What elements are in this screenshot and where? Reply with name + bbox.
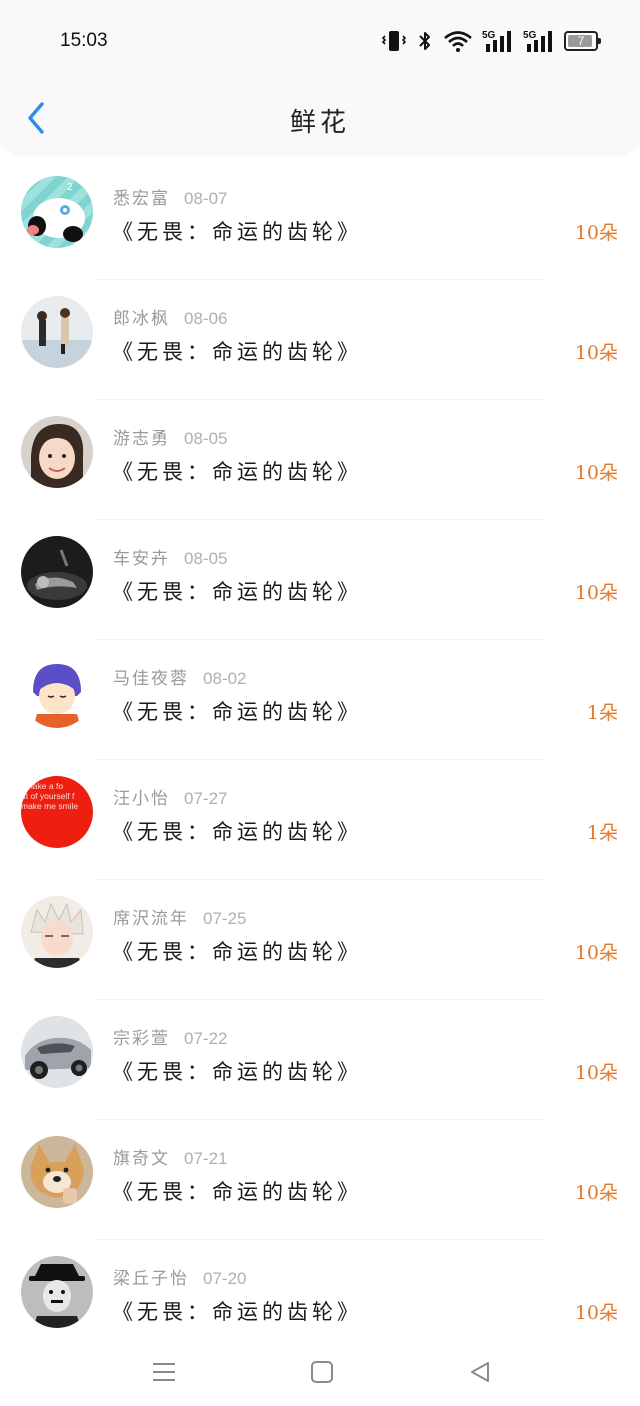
- list-item[interactable]: 宗彩萱 07-22 《无畏：命运的齿轮》 10朵: [0, 1000, 640, 1120]
- avatar[interactable]: [21, 1136, 93, 1208]
- list-item[interactable]: 席沢流年 07-25 《无畏：命运的齿轮》 10朵: [0, 880, 640, 1000]
- flower-list: 2 悉宏富 08-07 《无畏：命运的齿轮》 10朵 郎冰枫 08-06 《无畏：命…: [0, 160, 640, 1360]
- gift-date: 07-21: [184, 1149, 228, 1168]
- signal-5g-icon: 5G: [523, 30, 552, 52]
- avatar[interactable]: [21, 416, 93, 488]
- menu-icon: [153, 1363, 175, 1381]
- home-button[interactable]: [300, 1350, 344, 1394]
- battery-icon: 7: [564, 31, 601, 51]
- flower-count: 1朵: [586, 702, 618, 724]
- home-square-icon: [311, 1361, 333, 1383]
- menu-button[interactable]: [142, 1350, 186, 1394]
- avatar[interactable]: [21, 296, 93, 368]
- book-title: 《无畏：命运的齿轮》: [112, 580, 362, 604]
- book-title: 《无畏：命运的齿轮》: [112, 700, 362, 724]
- item-meta: 宗彩萱 07-22: [113, 1024, 227, 1049]
- system-nav-bar: [0, 1336, 640, 1406]
- avatar-text: make me smile: [21, 801, 78, 811]
- flower-count: 10朵: [574, 942, 618, 964]
- list-item[interactable]: 旗奇文 07-21 《无畏：命运的齿轮》 10朵: [0, 1120, 640, 1240]
- item-meta: 梁丘子怡 07-20: [113, 1264, 246, 1289]
- item-meta: 悉宏富 08-07: [113, 184, 227, 209]
- item-meta: 席沢流年 07-25: [113, 904, 246, 929]
- sender-name: 马佳夜蓉: [113, 669, 189, 689]
- sender-name: 席沢流年: [113, 909, 189, 929]
- sender-name: 车安卉: [113, 549, 170, 569]
- sender-name: 宗彩萱: [113, 1029, 170, 1049]
- avatar-text: ut of yourself f: [21, 791, 75, 801]
- sender-name: 游志勇: [113, 429, 170, 449]
- gift-date: 08-06: [184, 309, 228, 328]
- list-item[interactable]: 马佳夜蓉 08-02 《无畏：命运的齿轮》 1朵: [0, 640, 640, 760]
- flower-count: 10朵: [574, 1302, 618, 1324]
- list-item[interactable]: t make a fo ut of yourself f make me smi…: [0, 760, 640, 880]
- list-item[interactable]: 车安卉 08-05 《无畏：命运的齿轮》 10朵: [0, 520, 640, 640]
- flower-count: 1朵: [586, 822, 618, 844]
- flower-count: 10朵: [574, 1062, 618, 1084]
- status-time: 15:03: [60, 30, 108, 51]
- avatar[interactable]: 2: [21, 176, 93, 248]
- svg-text:5G: 5G: [523, 30, 537, 41]
- nav-bar: 鲜花: [0, 84, 640, 154]
- avatar-text: t make a fo: [21, 781, 63, 791]
- sender-name: 汪小怡: [113, 789, 170, 809]
- list-item[interactable]: 游志勇 08-05 《无畏：命运的齿轮》 10朵: [0, 400, 640, 520]
- status-icons: 5G 5G 7: [381, 28, 601, 54]
- status-bar: 15:03 5G 5G 7: [0, 0, 640, 84]
- book-title: 《无畏：命运的齿轮》: [112, 1180, 362, 1204]
- sender-name: 悉宏富: [113, 189, 170, 209]
- book-title: 《无畏：命运的齿轮》: [112, 1060, 362, 1084]
- sender-name: 郎冰枫: [113, 309, 170, 329]
- gift-date: 08-05: [184, 429, 228, 448]
- list-item[interactable]: 2 悉宏富 08-07 《无畏：命运的齿轮》 10朵: [0, 160, 640, 280]
- flower-count: 10朵: [574, 462, 618, 484]
- gift-date: 08-07: [184, 189, 228, 208]
- avatar[interactable]: t make a fo ut of yourself f make me smi…: [21, 776, 93, 848]
- gift-date: 08-02: [203, 669, 247, 688]
- flower-count: 10朵: [574, 222, 618, 244]
- gift-date: 07-27: [184, 789, 228, 808]
- avatar[interactable]: [21, 1016, 93, 1088]
- flower-count: 10朵: [574, 342, 618, 364]
- gift-date: 07-20: [203, 1269, 247, 1288]
- book-title: 《无畏：命运的齿轮》: [112, 460, 362, 484]
- vibrate-icon: [381, 31, 407, 51]
- page-title: 鲜花: [289, 108, 350, 138]
- sender-name: 旗奇文: [113, 1149, 170, 1169]
- book-title: 《无畏：命运的齿轮》: [112, 220, 362, 244]
- item-meta: 旗奇文 07-21: [113, 1144, 227, 1169]
- book-title: 《无畏：命运的齿轮》: [112, 1300, 362, 1324]
- gift-date: 08-05: [184, 549, 228, 568]
- item-meta: 车安卉 08-05: [113, 544, 227, 569]
- avatar[interactable]: [21, 896, 93, 968]
- gift-date: 07-25: [203, 909, 247, 928]
- book-title: 《无畏：命运的齿轮》: [112, 340, 362, 364]
- sender-name: 梁丘子怡: [113, 1269, 189, 1289]
- book-title: 《无畏：命运的齿轮》: [112, 820, 362, 844]
- flower-count: 10朵: [574, 582, 618, 604]
- item-meta: 马佳夜蓉 08-02: [113, 664, 246, 689]
- back-nav-button[interactable]: [458, 1350, 502, 1394]
- signal-5g-icon: 5G: [482, 30, 511, 52]
- item-meta: 郎冰枫 08-06: [113, 304, 227, 329]
- wifi-icon: [444, 31, 472, 52]
- avatar[interactable]: [21, 1256, 93, 1328]
- avatar[interactable]: [21, 656, 93, 728]
- battery-level: 7: [577, 34, 585, 48]
- bluetooth-icon: [419, 32, 430, 50]
- svg-text:2: 2: [67, 182, 73, 193]
- flower-count: 10朵: [574, 1182, 618, 1204]
- avatar[interactable]: [21, 536, 93, 608]
- gift-date: 07-22: [184, 1029, 228, 1048]
- list-item[interactable]: 郎冰枫 08-06 《无畏：命运的齿轮》 10朵: [0, 280, 640, 400]
- svg-text:5G: 5G: [482, 30, 496, 41]
- item-meta: 汪小怡 07-27: [113, 784, 227, 809]
- book-title: 《无畏：命运的齿轮》: [112, 940, 362, 964]
- back-triangle-icon: [471, 1362, 489, 1382]
- item-meta: 游志勇 08-05: [113, 424, 227, 449]
